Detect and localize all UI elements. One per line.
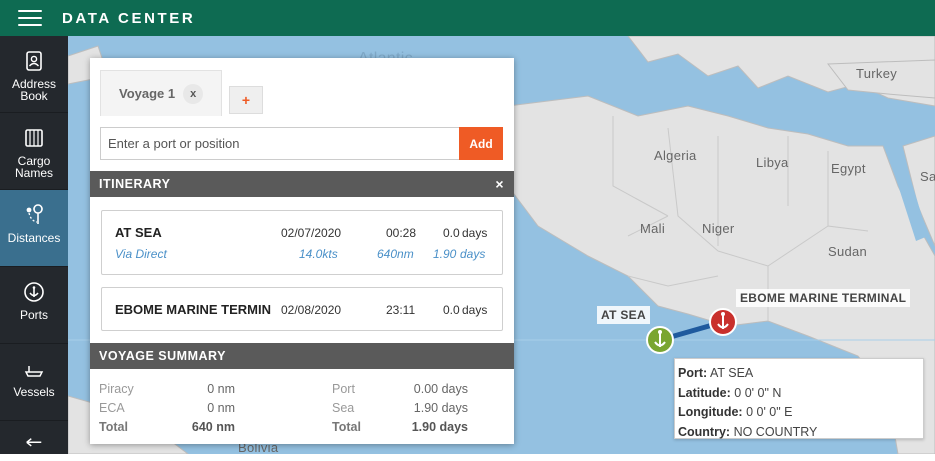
popup-port-value: AT SEA (709, 366, 754, 380)
summary-port-label: Port (332, 382, 355, 396)
tab-close-button[interactable]: x (183, 83, 204, 104)
map-label-sudan: Sudan (828, 244, 868, 259)
leg-days: 0.0 (443, 226, 460, 240)
address-book-icon (26, 51, 42, 71)
leg-time: 00:28 (386, 226, 417, 240)
summary-piracy-label: Piracy (99, 382, 134, 396)
sidebar-item-label: Address Book (11, 77, 57, 103)
sidebar-item-more[interactable] (0, 421, 68, 461)
summary-port-value: 0.00 days (413, 382, 468, 396)
distances-icon (26, 204, 43, 224)
menu-icon[interactable] (18, 10, 42, 26)
summary-sea-label: Sea (332, 401, 355, 415)
popup-longitude-value: 0 0' 0" E (746, 405, 793, 419)
summary-total-distance: 640 nm (191, 420, 235, 434)
arrows-icon (26, 438, 42, 447)
map-label-niger: Niger (702, 221, 735, 236)
itinerary-leg-origin[interactable]: AT SEA 02/07/2020 00:28 0.0 days Via Dir… (101, 210, 503, 275)
leg-days-unit: days (462, 303, 488, 317)
itinerary-title: ITINERARY (99, 177, 171, 191)
popup-country-row: Country: NO COUNTRY (678, 424, 818, 439)
itinerary-leg-destination[interactable]: EBOME MARINE TERMIN 02/08/2020 23:11 0.0… (101, 287, 503, 331)
voyage-summary-title: VOYAGE SUMMARY (99, 349, 226, 363)
app-title: DATA CENTER (62, 9, 196, 27)
popup-latitude-row: Latitude: 0 0' 0" N (678, 385, 782, 400)
vessel-icon (24, 366, 44, 377)
map-label-egypt: Egypt (831, 161, 866, 176)
cargo-icon (25, 129, 43, 147)
sidebar: Address Book Cargo Names Distances Ports… (0, 36, 68, 454)
map-label-sa: Sa (920, 169, 935, 184)
summary-total-time-label: Total (332, 420, 361, 434)
leg-distance: 640nm (377, 247, 414, 261)
summary-sea-value: 1.90 days (413, 401, 468, 415)
voyage-panel: Voyage 1 x + Add ITINERARY × AT SEA 02/0… (90, 58, 514, 444)
sidebar-item-distances[interactable]: Distances (0, 190, 68, 267)
leg-date: 02/07/2020 (281, 226, 342, 240)
sidebar-item-label: Vessels (13, 385, 55, 399)
summary-piracy-value: 0 nm (207, 382, 235, 396)
leg-sea-days: 1.90 (433, 247, 457, 261)
sidebar-item-address-book[interactable]: Address Book (0, 36, 68, 113)
leg-speed: 14.0kts (299, 247, 338, 261)
popup-longitude-row: Longitude: 0 0' 0" E (678, 405, 793, 419)
destination-marker[interactable] (709, 308, 737, 336)
map-label-libya: Libya (756, 155, 789, 170)
top-bar: DATA CENTER (0, 0, 935, 36)
leg-port-name: AT SEA (115, 225, 162, 240)
sidebar-item-ports[interactable]: Ports (0, 267, 68, 344)
anchor-icon (24, 282, 44, 302)
add-tab-button[interactable]: + (229, 86, 263, 114)
port-info-popup: Port: AT SEA Latitude: 0 0' 0" N Longitu… (674, 358, 924, 439)
popup-port-row: Port: AT SEA (678, 366, 754, 380)
destination-tag: EBOME MARINE TERMINAL (736, 289, 911, 307)
leg-route: Via Direct (115, 247, 167, 261)
voyage-summary-header: VOYAGE SUMMARY (90, 343, 514, 369)
add-port-button[interactable]: Add (459, 127, 503, 160)
leg-sea-days-unit: days (460, 247, 486, 261)
leg-time: 23:11 (386, 303, 416, 317)
itinerary-header: ITINERARY × (90, 171, 514, 197)
map-label-mali: Mali (640, 221, 666, 236)
summary-total-distance-label: Total (99, 420, 128, 434)
popup-latitude-value: 0 0' 0" N (734, 385, 782, 400)
leg-days-unit: days (462, 226, 488, 240)
sidebar-item-cargo-names[interactable]: Cargo Names (0, 113, 68, 190)
sidebar-item-label: Ports (19, 308, 48, 322)
popup-country-value: NO COUNTRY (733, 424, 818, 439)
summary-eca-label: ECA (99, 401, 125, 415)
leg-days: 0.0 (443, 303, 460, 317)
close-icon[interactable]: × (495, 171, 504, 197)
summary-total-time: 1.90 days (411, 420, 468, 434)
leg-date: 02/08/2020 (281, 303, 342, 317)
summary-eca-value: 0 nm (207, 401, 235, 415)
map-label-algeria: Algeria (654, 148, 697, 163)
sidebar-item-label: Distances (7, 231, 61, 245)
tab-voyage-1[interactable]: Voyage 1 x (100, 70, 222, 116)
origin-marker[interactable] (646, 326, 674, 354)
port-search-input[interactable] (100, 127, 460, 160)
map-label-turkey: Turkey (856, 66, 898, 81)
tab-label: Voyage 1 (119, 86, 176, 101)
sidebar-item-label: Cargo Names (14, 154, 53, 180)
leg-port-name: EBOME MARINE TERMIN (115, 302, 271, 317)
origin-tag: AT SEA (597, 306, 650, 324)
sidebar-item-vessels[interactable]: Vessels (0, 344, 68, 421)
